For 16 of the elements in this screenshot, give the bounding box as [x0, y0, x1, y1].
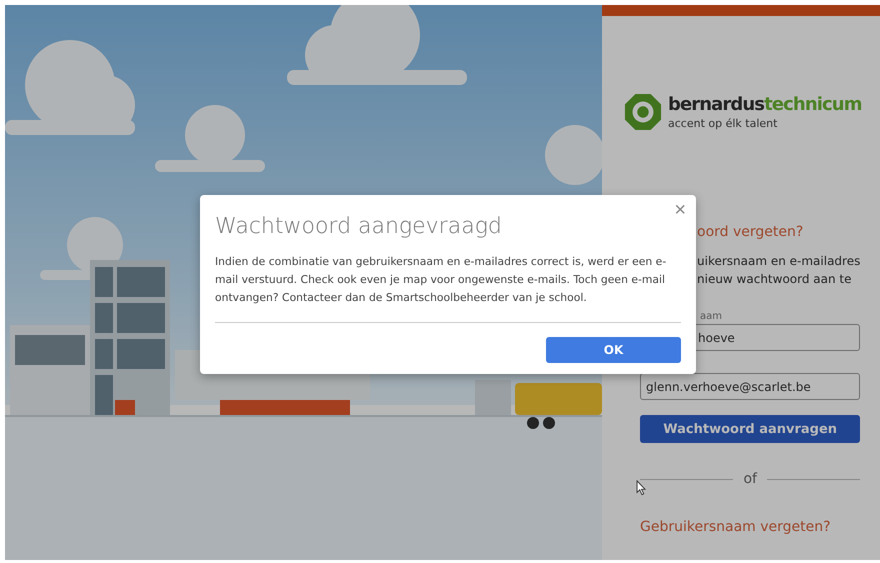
- dialog-title: Wachtwoord aangevraagd: [215, 213, 503, 241]
- logo-wordmark: bernardustechnicum: [668, 93, 862, 117]
- dialog-message: Indien de combinatie van gebruikersnaam en e-mailadres correct is, werd er een e-mail verstuurd. Check ook even je map voor ongewenste e-mails. Toch geen e-mail ontvangen? Contacteer dan de Smartschoolbeheerder van je school.: [215, 253, 681, 323]
- field-label: aam: [700, 310, 723, 324]
- mouse-pointer-icon: [636, 480, 647, 496]
- logo-tagline: accent op élk talent: [668, 117, 778, 131]
- close-button[interactable]: ×: [670, 199, 690, 221]
- request-password-button[interactable]: Wachtwoord aanvragen: [640, 415, 860, 443]
- ok-button[interactable]: OK: [546, 337, 681, 363]
- octagon-logo-icon: [624, 93, 662, 131]
- separator-label: of: [743, 471, 757, 487]
- instruction-text: uikersnaam en e-mailadres: [697, 253, 860, 270]
- section-heading: oord vergeten?: [697, 223, 804, 242]
- section-heading: Gebruikersnaam vergeten?: [640, 518, 832, 537]
- instruction-text: nieuw wachtwoord aan te: [697, 271, 852, 288]
- building: [475, 380, 511, 415]
